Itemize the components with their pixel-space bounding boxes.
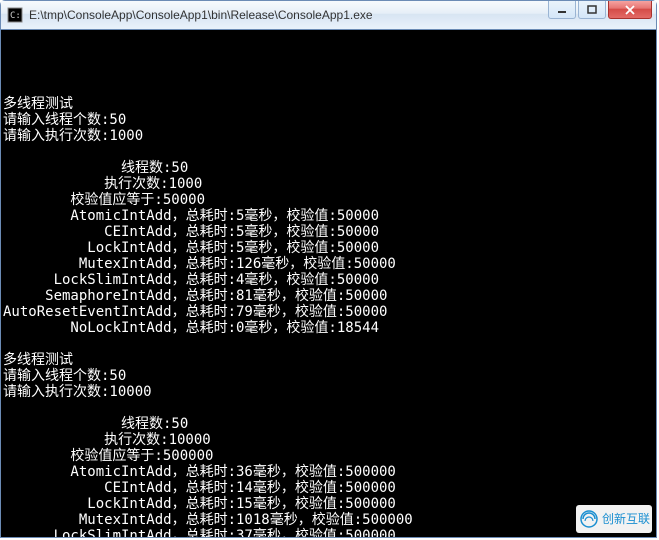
console-line: 请输入执行次数:1000 bbox=[3, 128, 654, 144]
console-line: LockIntAdd，总耗时:15毫秒，校验值:500000 bbox=[3, 496, 654, 512]
console-line bbox=[3, 400, 654, 416]
console-line: CEIntAdd，总耗时:5毫秒，校验值:50000 bbox=[3, 224, 654, 240]
console-line: MutexIntAdd，总耗时:126毫秒，校验值:50000 bbox=[3, 256, 654, 272]
maximize-button[interactable] bbox=[578, 1, 606, 19]
console-line: 多线程测试 bbox=[3, 352, 654, 368]
console-line: MutexIntAdd，总耗时:1018毫秒，校验值:500000 bbox=[3, 512, 654, 528]
window-title: E:\tmp\ConsoleApp\ConsoleApp1\bin\Releas… bbox=[29, 8, 548, 22]
app-window: C: E:\tmp\ConsoleApp\ConsoleApp1\bin\Rel… bbox=[0, 0, 657, 538]
console-line: 校验值应等于:500000 bbox=[3, 448, 654, 464]
console-line bbox=[3, 144, 654, 160]
console-line: CEIntAdd，总耗时:14毫秒，校验值:500000 bbox=[3, 480, 654, 496]
console-line: 请输入线程个数:50 bbox=[3, 368, 654, 384]
console-line: LockIntAdd，总耗时:5毫秒，校验值:50000 bbox=[3, 240, 654, 256]
console-line: AtomicIntAdd，总耗时:36毫秒，校验值:500000 bbox=[3, 464, 654, 480]
console-line: NoLockIntAdd，总耗时:0毫秒，校验值:18544 bbox=[3, 320, 654, 336]
app-icon: C: bbox=[7, 7, 23, 23]
console-line: 线程数:50 bbox=[3, 416, 654, 432]
console-line: 校验值应等于:50000 bbox=[3, 192, 654, 208]
console-line: 多线程测试 bbox=[3, 96, 654, 112]
console-line: SemaphoreIntAdd，总耗时:81毫秒，校验值:50000 bbox=[3, 288, 654, 304]
console-line: 请输入线程个数:50 bbox=[3, 112, 654, 128]
minimize-button[interactable] bbox=[548, 1, 576, 19]
window-buttons bbox=[548, 1, 656, 29]
watermark: 创新互联 bbox=[576, 505, 652, 533]
console-line: 线程数:50 bbox=[3, 160, 654, 176]
console-line bbox=[3, 80, 654, 96]
console-line bbox=[3, 336, 654, 352]
console-line: LockSlimIntAdd，总耗时:4毫秒，校验值:50000 bbox=[3, 272, 654, 288]
console-line: AutoResetEventIntAdd，总耗时:79毫秒，校验值:50000 bbox=[3, 304, 654, 320]
close-button[interactable] bbox=[608, 1, 652, 19]
console-line: LockSlimIntAdd，总耗时:37毫秒，校验值:500000 bbox=[3, 528, 654, 537]
console-line: 请输入执行次数:10000 bbox=[3, 384, 654, 400]
titlebar[interactable]: C: E:\tmp\ConsoleApp\ConsoleApp1\bin\Rel… bbox=[1, 1, 656, 30]
svg-text:C:: C: bbox=[10, 11, 21, 21]
console-output[interactable]: 多线程测试请输入线程个数:50请输入执行次数:1000 线程数:50 执行次数:… bbox=[1, 30, 656, 537]
watermark-text: 创新互联 bbox=[602, 511, 650, 527]
console-line: 执行次数:1000 bbox=[3, 176, 654, 192]
console-line: AtomicIntAdd，总耗时:5毫秒，校验值:50000 bbox=[3, 208, 654, 224]
console-line: 执行次数:10000 bbox=[3, 432, 654, 448]
